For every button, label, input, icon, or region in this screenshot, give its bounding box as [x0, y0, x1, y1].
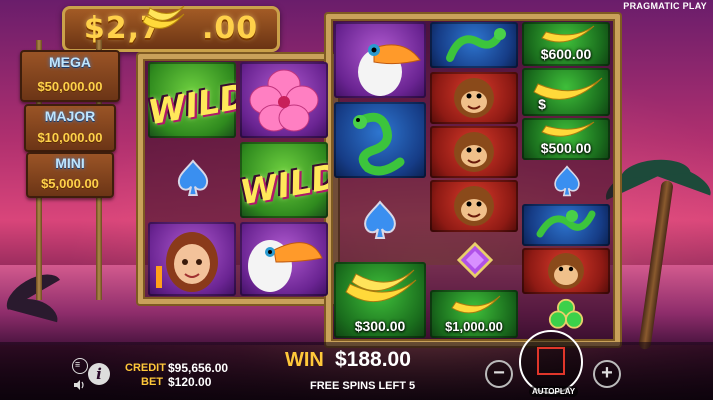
- toucan-icon: [358, 44, 421, 96]
- snake-icon: [353, 112, 405, 176]
- reel5-row6-monkey: [522, 248, 610, 294]
- reel2-row3-toucan: [240, 222, 328, 296]
- autoplay-button[interactable]: AUTOPLAY: [529, 386, 579, 397]
- girl-character-icon: [156, 232, 218, 292]
- reel5-row3-banana-cash: $500.00: [522, 118, 610, 160]
- reel1-row2-spade: [148, 142, 236, 218]
- purple-diamond-icon: [457, 242, 493, 278]
- snake-icon: [536, 210, 596, 238]
- mega-jackpot-value: $50,000.00: [37, 79, 103, 94]
- monkey-icon: [454, 186, 494, 226]
- reel3-row2-snake: [334, 102, 426, 178]
- cash-value: $600.00: [540, 46, 592, 62]
- brand-logo: PRAGMATIC PLAY: [623, 1, 707, 11]
- blue-spade-icon: [554, 165, 580, 197]
- reel4-row4-monkey: [430, 180, 518, 232]
- reel3-row4-banana-cash: $300.00: [334, 262, 426, 338]
- win-amount: $188.00: [335, 348, 411, 371]
- reel5-row5-snake: [522, 204, 610, 246]
- reel2-row2-wild: WILD: [240, 142, 328, 218]
- reel3-row1-toucan: [334, 22, 426, 98]
- reel5-row7-clover: [522, 296, 610, 338]
- reel4-row5-gem: [430, 236, 518, 286]
- monkey-icon: [454, 78, 494, 118]
- monkey-icon: [454, 132, 494, 172]
- reel3-row3-spade: [334, 182, 426, 258]
- decrease-bet-button[interactable]: −: [485, 360, 513, 388]
- mini-jackpot-sign: MINI $5,000.00: [26, 152, 114, 198]
- monkey-icon: [548, 253, 584, 289]
- win-label: WIN: [285, 349, 324, 371]
- reel5-row4-spade: [522, 162, 610, 202]
- banana-icon: [345, 269, 417, 303]
- stop-icon: [537, 347, 565, 375]
- mega-jackpot-label: MEGA: [49, 54, 91, 70]
- mini-jackpot-value: $5,000.00: [41, 176, 99, 191]
- hibiscus-flower-icon: [249, 69, 319, 132]
- reel4-row1-snake: [430, 22, 518, 68]
- reel4-row6-banana-cash: $1,000.00: [430, 290, 518, 338]
- speaker-icon[interactable]: [72, 378, 86, 392]
- free-spins-left: FREE SPINS LEFT 5: [310, 380, 416, 392]
- reel2-row1-flower: [240, 62, 328, 138]
- bet-label: BET: [141, 376, 163, 388]
- cash-value: $500.00: [540, 140, 592, 156]
- major-jackpot-sign: MAJOR $10,000.00: [24, 104, 116, 152]
- banana-icon: [142, 5, 185, 29]
- snake-icon: [446, 28, 506, 62]
- mini-jackpot-label: MINI: [55, 155, 85, 171]
- reel4-row3-monkey: [430, 126, 518, 178]
- major-jackpot-value: $10,000.00: [37, 130, 103, 145]
- info-button[interactable]: i: [88, 363, 110, 385]
- blue-spade-icon: [177, 159, 209, 197]
- banana-icon: [451, 295, 501, 314]
- menu-icon[interactable]: [72, 358, 88, 374]
- reel5-row1-banana-cash: $600.00: [522, 22, 610, 66]
- grand-jackpot-tail: .00: [201, 11, 259, 46]
- reel4-row2-monkey: [430, 72, 518, 124]
- cash-value: $: [538, 96, 546, 112]
- credit-value: $95,656.00: [168, 361, 229, 375]
- increase-bet-button[interactable]: +: [593, 360, 621, 388]
- banana-icon: [541, 121, 595, 137]
- reel1-row1-wild: WILD: [148, 62, 236, 138]
- bet-value: $120.00: [168, 375, 212, 389]
- cash-value: $1,000.00: [445, 319, 503, 334]
- reel5-row2-banana-cash: $: [522, 68, 610, 116]
- green-clover-icon: [548, 298, 584, 329]
- wild-symbol-label: WILD: [148, 76, 236, 134]
- mega-jackpot-sign: MEGA $50,000.00: [20, 50, 120, 102]
- major-jackpot-label: MAJOR: [44, 108, 96, 124]
- toucan-icon: [248, 240, 323, 292]
- blue-spade-icon: [364, 200, 396, 239]
- palm-tree-left: [0, 230, 62, 350]
- wild-symbol-label: WILD: [240, 156, 328, 214]
- credit-label: CREDIT: [125, 362, 166, 374]
- reel1-row3-girl: [148, 222, 236, 296]
- banana-icon: [541, 25, 595, 43]
- cash-value: $300.00: [354, 318, 406, 334]
